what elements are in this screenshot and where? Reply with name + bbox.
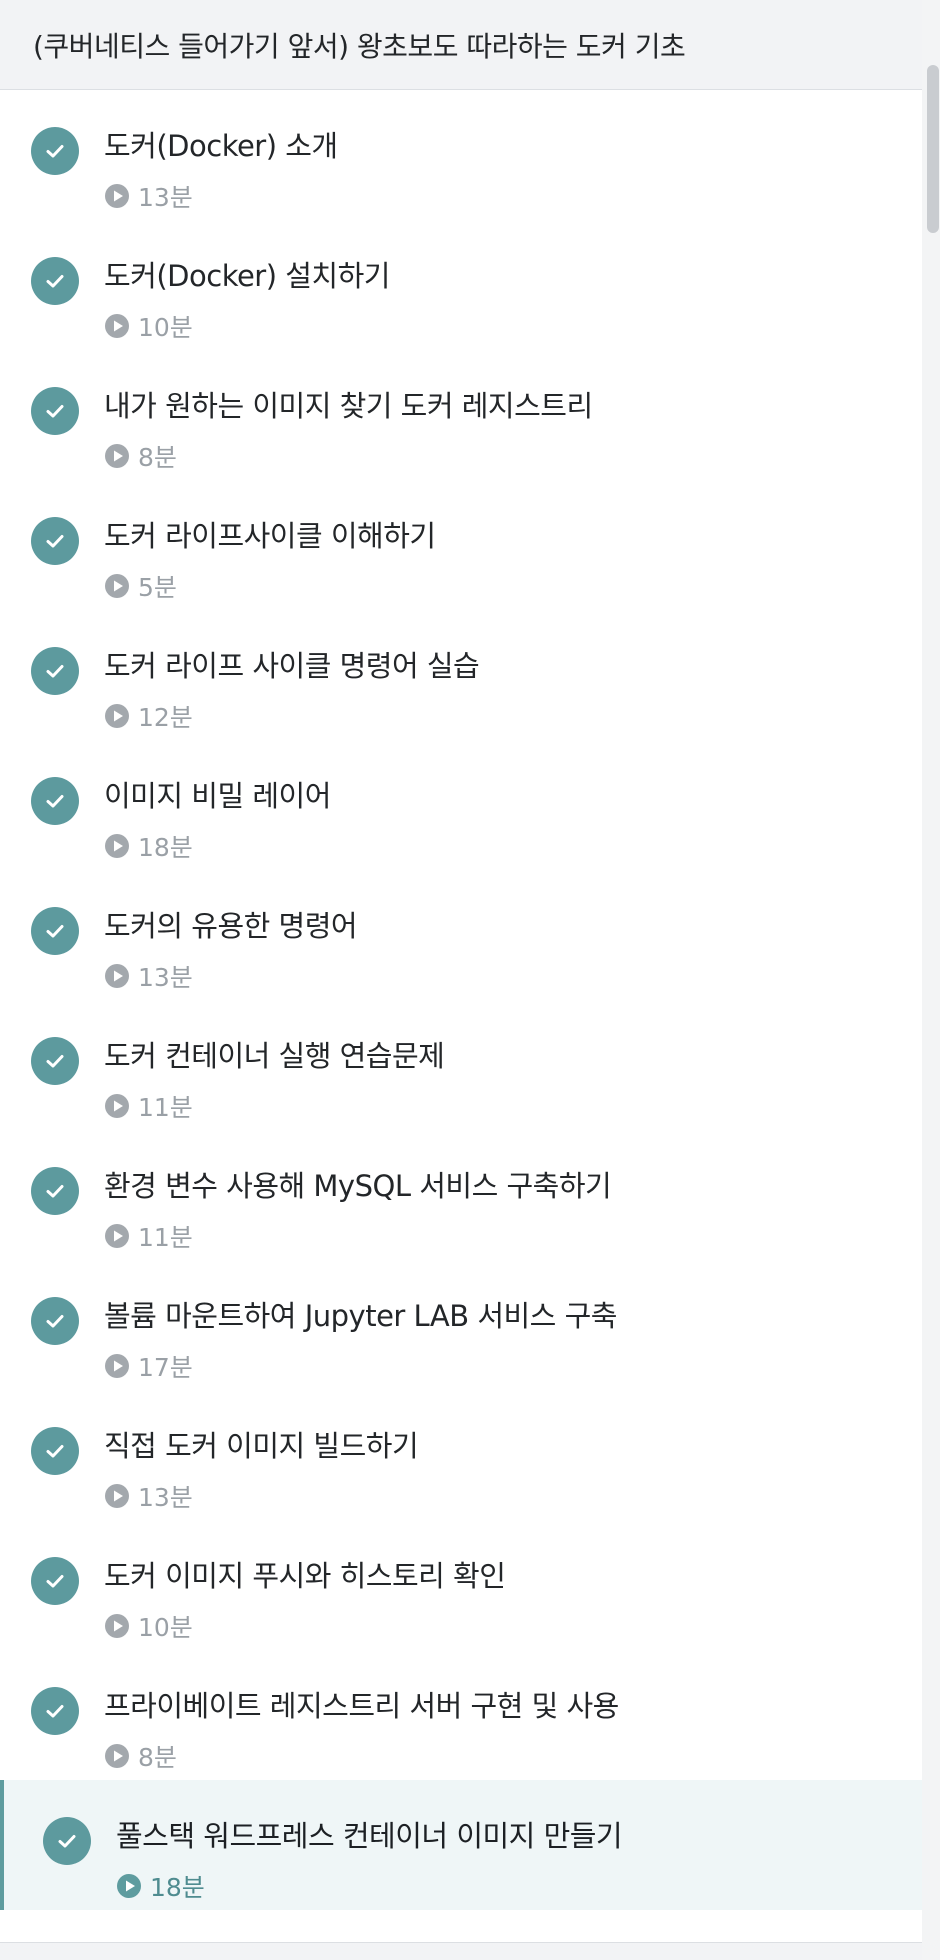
- lesson-duration: 13분: [138, 963, 193, 992]
- lesson-duration: 18분: [150, 1873, 205, 1902]
- play-circle-icon: [104, 1483, 130, 1509]
- lesson-meta: 13분: [104, 178, 193, 214]
- check-circle-icon: [31, 1167, 79, 1215]
- lesson-meta: 18분: [104, 828, 193, 864]
- scrollbar[interactable]: [922, 0, 940, 1960]
- play-circle-icon: [104, 963, 130, 989]
- lesson-item[interactable]: 도커(Docker) 소개 13분: [0, 90, 922, 220]
- lesson-duration: 8분: [138, 1743, 177, 1772]
- lesson-item[interactable]: 직접 도커 이미지 빌드하기 13분: [0, 1390, 922, 1520]
- lesson-duration: 13분: [138, 183, 193, 212]
- lesson-title: 직접 도커 이미지 빌드하기: [104, 1429, 419, 1463]
- check-circle-icon: [31, 647, 79, 695]
- lesson-duration: 8분: [138, 443, 177, 472]
- lesson-item[interactable]: 도커 라이프사이클 이해하기 5분: [0, 480, 922, 610]
- check-circle-icon: [31, 1037, 79, 1085]
- lesson-title: 도커(Docker) 소개: [104, 129, 338, 163]
- lesson-meta: 13분: [104, 958, 193, 994]
- play-circle-icon: [104, 443, 130, 469]
- check-circle-icon: [31, 517, 79, 565]
- lesson-meta: 10분: [104, 1608, 193, 1644]
- lesson-title: 풀스택 워드프레스 컨테이너 이미지 만들기: [116, 1819, 623, 1853]
- lesson-item[interactable]: 도커(Docker) 설치하기 10분: [0, 220, 922, 350]
- lesson-title: 도커 이미지 푸시와 히스토리 확인: [104, 1559, 506, 1593]
- check-circle-icon: [31, 1557, 79, 1605]
- play-circle-icon: [104, 833, 130, 859]
- check-circle-icon: [31, 1297, 79, 1345]
- scrollbar-thumb[interactable]: [927, 65, 939, 233]
- lesson-meta: 12분: [104, 698, 193, 734]
- play-circle-icon: [104, 573, 130, 599]
- check-circle-icon: [43, 1817, 91, 1865]
- play-circle-icon: [104, 1353, 130, 1379]
- lesson-title: 도커 라이프사이클 이해하기: [104, 519, 436, 553]
- lesson-item[interactable]: 환경 변수 사용해 MySQL 서비스 구축하기 11분: [0, 1130, 922, 1260]
- lesson-item[interactable]: 도커 컨테이너 실행 연습문제 11분: [0, 1000, 922, 1130]
- play-circle-icon: [104, 183, 130, 209]
- lesson-duration: 10분: [138, 313, 193, 342]
- lesson-meta: 11분: [104, 1218, 193, 1254]
- section-header[interactable]: (쿠버네티스 들어가기 앞서) 왕초보도 따라하는 도커 기초: [0, 0, 922, 90]
- lesson-item[interactable]: 도커의 유용한 명령어 13분: [0, 870, 922, 1000]
- lesson-item-active[interactable]: 풀스택 워드프레스 컨테이너 이미지 만들기 18분: [0, 1780, 922, 1910]
- lesson-title: 도커 라이프 사이클 명령어 실습: [104, 649, 480, 683]
- lesson-title: 이미지 비밀 레이어: [104, 779, 331, 813]
- lesson-title: 도커(Docker) 설치하기: [104, 259, 390, 293]
- lesson-meta: 11분: [104, 1088, 193, 1124]
- lesson-title: 내가 원하는 이미지 찾기 도커 레지스트리: [104, 389, 593, 423]
- lesson-meta: 8분: [104, 1738, 177, 1774]
- lesson-duration: 11분: [138, 1223, 193, 1252]
- lesson-duration: 17분: [138, 1353, 193, 1382]
- lesson-duration: 13분: [138, 1483, 193, 1512]
- lesson-list: 도커(Docker) 소개 13분 도커(Docker) 설치하기 10분 내가…: [0, 90, 922, 1910]
- check-circle-icon: [31, 907, 79, 955]
- check-circle-icon: [31, 387, 79, 435]
- check-circle-icon: [31, 127, 79, 175]
- next-section-header[interactable]: [0, 1942, 922, 1960]
- lesson-title: 볼륨 마운트하여 Jupyter LAB 서비스 구축: [104, 1299, 617, 1333]
- lesson-meta: 18분: [116, 1868, 205, 1904]
- lesson-meta: 10분: [104, 308, 193, 344]
- lesson-item[interactable]: 볼륨 마운트하여 Jupyter LAB 서비스 구축 17분: [0, 1260, 922, 1390]
- lesson-item[interactable]: 이미지 비밀 레이어 18분: [0, 740, 922, 870]
- lesson-item[interactable]: 내가 원하는 이미지 찾기 도커 레지스트리 8분: [0, 350, 922, 480]
- play-circle-icon: [104, 313, 130, 339]
- section-title: (쿠버네티스 들어가기 앞서) 왕초보도 따라하는 도커 기초: [33, 29, 686, 63]
- lesson-duration: 10분: [138, 1613, 193, 1642]
- lesson-title: 환경 변수 사용해 MySQL 서비스 구축하기: [104, 1169, 612, 1203]
- lesson-title: 도커 컨테이너 실행 연습문제: [104, 1039, 445, 1073]
- play-circle-icon: [104, 1093, 130, 1119]
- lesson-item[interactable]: 도커 이미지 푸시와 히스토리 확인 10분: [0, 1520, 922, 1650]
- lesson-duration: 18분: [138, 833, 193, 862]
- lesson-meta: 17분: [104, 1348, 193, 1384]
- lesson-meta: 5분: [104, 568, 177, 604]
- play-circle-icon: [116, 1873, 142, 1899]
- check-circle-icon: [31, 777, 79, 825]
- lesson-item[interactable]: 프라이베이트 레지스트리 서버 구현 및 사용 8분: [0, 1650, 922, 1780]
- check-circle-icon: [31, 1687, 79, 1735]
- lesson-meta: 13분: [104, 1478, 193, 1514]
- curriculum-panel: (쿠버네티스 들어가기 앞서) 왕초보도 따라하는 도커 기초 도커(Docke…: [0, 0, 940, 1960]
- play-circle-icon: [104, 1223, 130, 1249]
- check-circle-icon: [31, 1427, 79, 1475]
- lesson-duration: 11분: [138, 1093, 193, 1122]
- lesson-title: 프라이베이트 레지스트리 서버 구현 및 사용: [104, 1689, 619, 1723]
- lesson-duration: 5분: [138, 573, 177, 602]
- play-circle-icon: [104, 703, 130, 729]
- play-circle-icon: [104, 1613, 130, 1639]
- check-circle-icon: [31, 257, 79, 305]
- lesson-meta: 8분: [104, 438, 177, 474]
- play-circle-icon: [104, 1743, 130, 1769]
- lesson-duration: 12분: [138, 703, 193, 732]
- lesson-item[interactable]: 도커 라이프 사이클 명령어 실습 12분: [0, 610, 922, 740]
- lesson-title: 도커의 유용한 명령어: [104, 909, 358, 943]
